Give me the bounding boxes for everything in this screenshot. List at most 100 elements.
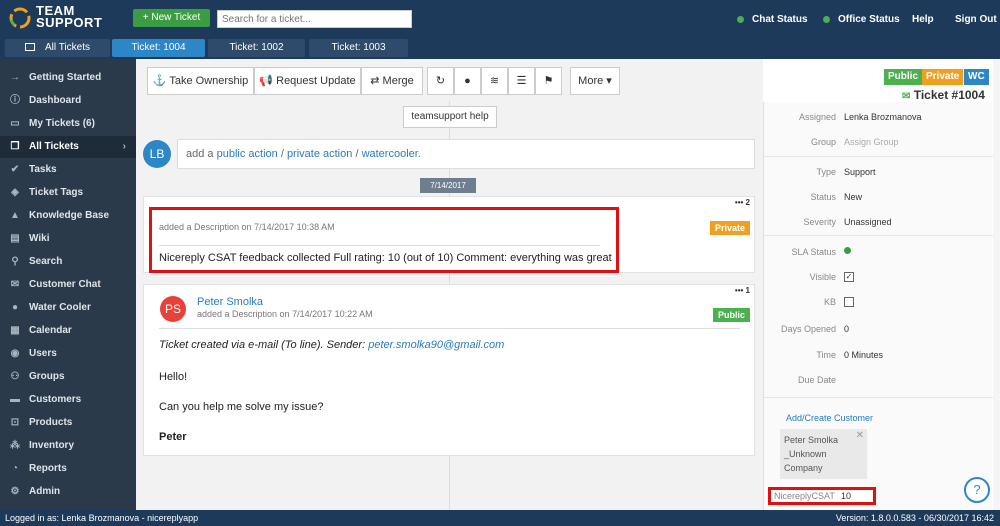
action-number[interactable]: ••• 1 (735, 286, 750, 295)
top-bar: TEAM SUPPORT + New Ticket Chat Status Of… (0, 0, 1000, 37)
sidebar-item-search[interactable]: ⚲ Search (0, 251, 136, 273)
book-icon: ▤ (10, 233, 20, 244)
flag-button[interactable]: ⚑ (535, 67, 562, 95)
ticket-search-input[interactable] (217, 10, 412, 28)
sla-status-label: SLA Status (791, 247, 836, 257)
gear-icon: ⚙ (10, 486, 20, 497)
caret-down-icon: ▾ (606, 75, 612, 87)
sidebar-item-customer-chat[interactable]: ✉ Customer Chat (0, 274, 136, 296)
action-number[interactable]: ••• 2 (735, 198, 750, 207)
office-status-dot-icon (823, 16, 830, 23)
list-button[interactable]: ☰ (508, 67, 535, 95)
chat-status[interactable]: Chat Status (737, 14, 808, 25)
version-text: Version: 1.8.0.0.583 - 06/30/2017 16:42 (835, 513, 994, 523)
type-value[interactable]: Support (844, 167, 876, 177)
request-update-button[interactable]: 📢 Request Update (254, 67, 361, 95)
graduation-icon: ▲ (10, 210, 20, 221)
public-tag: Public (884, 69, 923, 85)
help-widget-icon[interactable]: ? (964, 477, 990, 503)
author-name-link[interactable]: Peter Smolka (197, 296, 263, 308)
severity-value[interactable]: Unassigned (844, 217, 892, 227)
record-button[interactable]: ● (454, 67, 481, 95)
current-user-avatar: LB (143, 140, 171, 168)
take-ownership-button[interactable]: ⚓ Take Ownership (147, 67, 254, 95)
sidebar-item-my-tickets[interactable]: ▭ My Tickets (6) (0, 113, 136, 135)
sender-email-link[interactable]: peter.smolka90@gmail.com (368, 339, 504, 351)
assigned-value[interactable]: Lenka Brozmanova (844, 112, 922, 122)
sidebar: → Getting Started ⓘ Dashboard ▭ My Tickets … (0, 59, 136, 510)
merge-button[interactable]: ⇄ Merge (361, 67, 423, 95)
teamsupport-logo[interactable]: TEAM SUPPORT (8, 4, 120, 32)
building-icon: ▬ (10, 394, 20, 405)
tab-ticket-1003[interactable]: Ticket: 1003 (309, 39, 408, 57)
customer-chip: Peter Smolka _Unknown Company ✕ (780, 429, 867, 479)
add-create-customer-link[interactable]: Add/Create Customer (786, 413, 873, 423)
public-action-link[interactable]: public action (217, 148, 278, 160)
visible-checkbox[interactable]: ✓ (844, 272, 854, 282)
scrollbar[interactable] (993, 59, 1000, 510)
group-value[interactable]: Assign Group (844, 137, 899, 147)
ellipsis-icon: ••• (734, 286, 744, 295)
sidebar-item-dashboard[interactable]: ⓘ Dashboard (0, 90, 136, 112)
due-date-label: Due Date (797, 375, 836, 385)
help-link[interactable]: Help (912, 14, 934, 25)
highlight-box (149, 207, 619, 273)
tab-ticket-1004[interactable]: Ticket: 1004 (112, 39, 205, 57)
drop-icon: ● (11, 302, 19, 313)
private-badge: Private (709, 221, 750, 235)
sidebar-item-groups[interactable]: ⚇ Groups (0, 366, 136, 388)
time-value[interactable]: 0 Minutes (844, 350, 883, 360)
sidebar-item-inventory[interactable]: ⁂ Inventory (0, 435, 136, 457)
new-ticket-button[interactable]: + New Ticket (133, 9, 210, 27)
sidebar-item-knowledge-base[interactable]: ▲ Knowledge Base (0, 205, 136, 227)
watercooler-link[interactable]: watercooler (362, 148, 418, 160)
kb-checkbox[interactable] (844, 297, 854, 307)
calendar-icon: ▦ (10, 325, 20, 336)
sidebar-item-products[interactable]: ⊡ Products (0, 412, 136, 434)
window-icon: ❐ (10, 141, 20, 152)
teamsupport-help-button[interactable]: teamsupport help (403, 106, 497, 128)
ticket-title: ✉ Ticket #1004 (902, 88, 985, 102)
flag-icon: ⚑ (543, 75, 554, 87)
sidebar-item-wiki[interactable]: ▤ Wiki (0, 228, 136, 250)
nicereply-csat-field: NicereplyCSAT 10 (768, 487, 876, 505)
rss-icon: ≋ (489, 75, 500, 87)
sidebar-item-ticket-tags[interactable]: ◈ Ticket Tags (0, 182, 136, 204)
tab-all-tickets[interactable]: All Tickets (5, 39, 110, 57)
action-divider (159, 328, 740, 329)
status-value[interactable]: New (844, 192, 862, 202)
sidebar-item-all-tickets[interactable]: ❐ All Tickets › (0, 136, 136, 158)
envelope-icon: ✉ (902, 91, 911, 102)
refresh-icon: ↻ (435, 75, 446, 87)
sidebar-item-admin[interactable]: ⚙ Admin (0, 481, 136, 503)
add-action-input[interactable]: add a public action / private action / w… (177, 139, 755, 169)
tab-bar: All Tickets Ticket: 1004 Ticket: 1002 Ti… (0, 37, 1000, 59)
sign-out-link[interactable]: Sign Out (955, 14, 997, 25)
logged-in-text: Logged in as: Lenka Brozmanova - nicerep… (5, 513, 199, 523)
sidebar-item-reports[interactable]: ◔ Reports (0, 458, 136, 480)
sidebar-item-tasks[interactable]: ✔ Tasks (0, 159, 136, 181)
sidebar-item-calendar[interactable]: ▦ Calendar (0, 320, 136, 342)
sidebar-item-water-cooler[interactable]: ● Water Cooler (0, 297, 136, 319)
sidebar-item-users[interactable]: ◉ Users (0, 343, 136, 365)
more-dropdown[interactable]: More ▾ (570, 67, 620, 95)
refresh-button[interactable]: ↻ (427, 67, 454, 95)
ticket-properties-panel: Public Private WC ✉ Ticket #1004 Assigne… (763, 59, 1000, 510)
info-circle-icon: ⓘ (10, 95, 20, 106)
remove-customer-icon[interactable]: ✕ (856, 429, 864, 443)
days-opened-label: Days Opened (780, 324, 836, 334)
nicereply-csat-value[interactable]: 10 (841, 491, 851, 501)
rss-button[interactable]: ≋ (481, 67, 508, 95)
section-divider (764, 235, 993, 236)
sidebar-item-customers[interactable]: ▬ Customers (0, 389, 136, 411)
office-status[interactable]: Office Status (823, 14, 900, 25)
private-action-link[interactable]: private action (287, 148, 352, 160)
search-icon: ⚲ (11, 256, 19, 267)
author-avatar: PS (160, 296, 186, 322)
time-label: Time (816, 350, 836, 360)
assigned-label: Assigned (798, 112, 836, 122)
ticket-timeline-area: ⚓ Take Ownership 📢 Request Update ⇄ Merg… (136, 59, 763, 510)
tab-ticket-1002[interactable]: Ticket: 1002 (208, 39, 305, 57)
sidebar-item-getting-started[interactable]: → Getting Started (0, 67, 136, 89)
pie-icon: ◔ (11, 463, 19, 474)
